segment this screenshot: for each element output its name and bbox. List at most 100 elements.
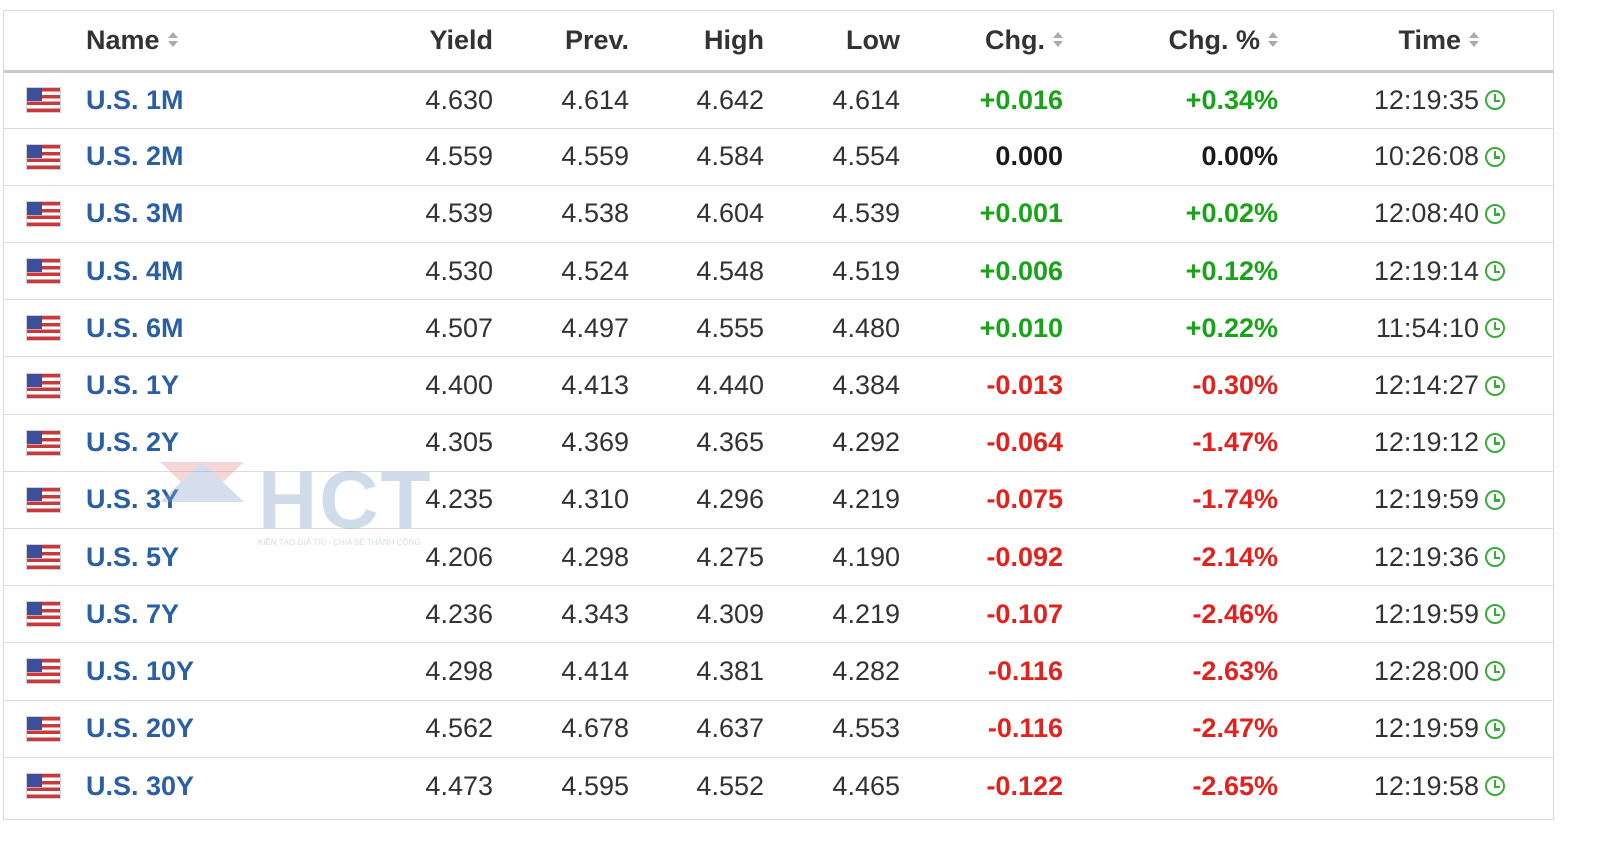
- table-row[interactable]: U.S. 2Y 4.305 4.369 4.365 4.292 -0.064 -…: [4, 414, 1553, 472]
- low-cell: 4.384: [764, 356, 900, 415]
- flag-cell: [4, 128, 86, 186]
- table-row[interactable]: U.S. 3Y 4.235 4.310 4.296 4.219 -0.075 -…: [4, 471, 1553, 530]
- header-name[interactable]: Name: [86, 11, 316, 73]
- table-row[interactable]: U.S. 2M 4.559 4.559 4.584 4.554 0.000 0.…: [4, 128, 1553, 186]
- flag-cell: [4, 185, 86, 244]
- table-row[interactable]: U.S. 20Y 4.562 4.678 4.637 4.553 -0.116 …: [4, 700, 1553, 758]
- flag-cell: [4, 356, 86, 415]
- chg-pct-cell: -2.63%: [1063, 642, 1278, 701]
- prev-cell: 4.310: [493, 471, 629, 530]
- table-row[interactable]: U.S. 3M 4.539 4.538 4.604 4.539 +0.001 +…: [4, 185, 1553, 244]
- sort-arrows-icon[interactable]: [1268, 32, 1278, 48]
- clock-cell: [1479, 128, 1553, 186]
- clock-cell: [1479, 528, 1553, 587]
- yield-cell: 4.507: [316, 299, 493, 358]
- instrument-link[interactable]: U.S. 5Y: [86, 542, 179, 572]
- table-row[interactable]: U.S. 1Y 4.400 4.413 4.440 4.384 -0.013 -…: [4, 356, 1553, 415]
- table-row[interactable]: U.S. 6M 4.507 4.497 4.555 4.480 +0.010 +…: [4, 299, 1553, 358]
- us-flag-icon: [27, 144, 60, 169]
- clock-icon[interactable]: [1485, 432, 1505, 453]
- instrument-link[interactable]: U.S. 10Y: [86, 656, 194, 686]
- us-flag-icon: [27, 545, 60, 570]
- us-flag-icon: [27, 774, 60, 799]
- chg-pct-cell: +0.12%: [1063, 242, 1278, 301]
- instrument-link[interactable]: U.S. 30Y: [86, 771, 194, 801]
- low-cell: 4.465: [832, 770, 900, 801]
- instrument-link[interactable]: U.S. 3Y: [86, 484, 179, 514]
- clock-icon[interactable]: [1485, 489, 1505, 510]
- sort-arrows-icon[interactable]: [167, 32, 178, 48]
- clock-cell: [1479, 700, 1553, 758]
- prev-cell: 4.524: [493, 242, 629, 301]
- instrument-link[interactable]: U.S. 20Y: [86, 713, 194, 743]
- prev-cell: 4.413: [493, 356, 629, 415]
- flag-cell: [4, 471, 86, 530]
- time-cell: 12:08:40: [1278, 185, 1479, 244]
- instrument-link[interactable]: U.S. 4M: [86, 256, 184, 286]
- instrument-link[interactable]: U.S. 3M: [86, 198, 184, 228]
- name-cell: U.S. 4M: [86, 242, 316, 301]
- low-cell: 4.219: [764, 471, 900, 530]
- yield-cell: 4.305: [316, 414, 493, 472]
- sort-arrows-icon[interactable]: [1469, 32, 1479, 48]
- flag-cell: [4, 757, 86, 814]
- clock-cell: [1479, 414, 1553, 472]
- table-header-row: Name Yield Prev. High Low Chg. Chg. % Ti…: [4, 11, 1553, 73]
- header-yield: Yield: [316, 11, 493, 73]
- instrument-link[interactable]: U.S. 1Y: [86, 370, 179, 400]
- yield-cell: 4.530: [316, 242, 493, 301]
- chg-cell: -0.064: [900, 414, 1063, 472]
- header-clock-column: [1479, 11, 1553, 73]
- low-cell: 4.539: [764, 185, 900, 244]
- instrument-link[interactable]: U.S. 2M: [86, 141, 184, 171]
- prev-cell: 4.414: [493, 642, 629, 701]
- chg-pct-cell: +0.34%: [1063, 71, 1278, 129]
- flag-cell: [4, 242, 86, 301]
- header-chg[interactable]: Chg.: [900, 11, 1063, 73]
- chg-cell: +0.010: [900, 299, 1063, 358]
- prev-cell: 4.559: [493, 128, 629, 186]
- chg-pct-cell: -1.74%: [1063, 471, 1278, 530]
- high-cell: 4.296: [629, 471, 764, 530]
- clock-icon[interactable]: [1485, 661, 1505, 682]
- table-row[interactable]: U.S. 10Y 4.298 4.414 4.381 4.282 -0.116 …: [4, 642, 1553, 701]
- low-cell: 4.480: [764, 299, 900, 358]
- clock-icon[interactable]: [1485, 90, 1505, 111]
- header-name-label: Name: [86, 24, 160, 55]
- clock-icon[interactable]: [1485, 146, 1505, 167]
- table-row[interactable]: U.S. 7Y 4.236 4.343 4.309 4.219 -0.107 -…: [4, 585, 1553, 644]
- table-row[interactable]: U.S. 30Y 4.473 4.595 4.552 4.465 -0.122 …: [4, 757, 1553, 814]
- clock-icon[interactable]: [1485, 718, 1505, 739]
- clock-icon[interactable]: [1485, 375, 1505, 396]
- clock-icon[interactable]: [1485, 604, 1505, 625]
- low-cell: 4.614: [764, 71, 900, 129]
- low-cell: 4.519: [764, 242, 900, 301]
- table-row[interactable]: U.S. 5Y 4.206 4.298 4.275 4.190 -0.092 -…: [4, 528, 1553, 587]
- us-flag-icon: [27, 659, 60, 684]
- chg-pct-cell: -2.14%: [1063, 528, 1278, 587]
- instrument-link[interactable]: U.S. 2Y: [86, 427, 179, 457]
- table-row[interactable]: U.S. 4M 4.530 4.524 4.548 4.519 +0.006 +…: [4, 242, 1553, 301]
- time-cell: 12:19:59: [1278, 585, 1479, 644]
- chg-cell: +0.006: [900, 242, 1063, 301]
- header-chg-pct[interactable]: Chg. %: [1063, 11, 1278, 73]
- clock-icon[interactable]: [1485, 776, 1505, 797]
- chg-cell: -0.092: [900, 528, 1063, 587]
- instrument-link[interactable]: U.S. 6M: [86, 313, 184, 343]
- clock-icon[interactable]: [1485, 261, 1505, 282]
- yield-cell: 4.539: [316, 185, 493, 244]
- flag-cell: [4, 528, 86, 587]
- clock-icon[interactable]: [1485, 547, 1505, 568]
- table-row[interactable]: U.S. 1M 4.630 4.614 4.642 4.614 +0.016 +…: [4, 71, 1553, 129]
- header-chg-label: Chg.: [985, 24, 1045, 55]
- header-chg-pct-label: Chg. %: [1168, 24, 1261, 55]
- name-cell: U.S. 3M: [86, 185, 316, 244]
- instrument-link[interactable]: U.S. 1M: [86, 85, 184, 115]
- header-time[interactable]: Time: [1278, 11, 1479, 73]
- sort-arrows-icon[interactable]: [1053, 32, 1063, 48]
- clock-icon[interactable]: [1485, 318, 1505, 339]
- clock-cell: [1479, 471, 1553, 530]
- instrument-link[interactable]: U.S. 7Y: [86, 599, 179, 629]
- clock-icon[interactable]: [1485, 203, 1505, 224]
- time-cell: 12:19:58: [1373, 770, 1479, 801]
